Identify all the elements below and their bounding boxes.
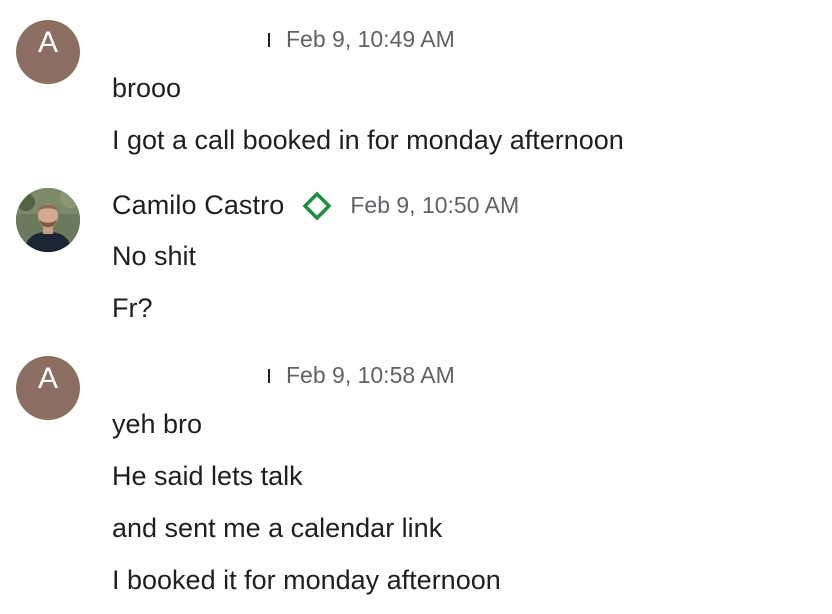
message-timestamp: Feb 9, 10:49 AM — [286, 26, 455, 52]
message-text[interactable]: yeh bro — [112, 407, 202, 441]
diamond-outline-icon — [302, 191, 332, 221]
sender-name[interactable] — [268, 368, 272, 383]
profile-photo — [16, 188, 80, 252]
message-text[interactable]: Fr? — [112, 291, 153, 325]
sender-name[interactable] — [268, 32, 272, 47]
message-text[interactable]: brooo — [112, 71, 181, 105]
sender-avatar[interactable]: A — [16, 20, 80, 84]
avatar-initial: A — [37, 362, 58, 395]
message-text[interactable]: I got a call booked in for monday aftern… — [112, 123, 624, 157]
avatar-initial: A — [37, 26, 58, 59]
message-text[interactable]: and sent me a calendar link — [112, 511, 442, 545]
message-header: Camilo Castro Feb 9, 10:50 AM — [112, 190, 519, 221]
message-text[interactable]: No shit — [112, 239, 196, 273]
chat-thread: A Feb 9, 10:49 AM brooo I got a call boo… — [0, 0, 832, 614]
message-text[interactable]: He said lets talk — [112, 459, 303, 493]
message-timestamp: Feb 9, 10:58 AM — [286, 362, 455, 388]
message-timestamp: Feb 9, 10:50 AM — [350, 192, 520, 218]
sender-avatar[interactable]: A — [16, 356, 80, 420]
sender-name[interactable]: Camilo Castro — [112, 190, 284, 221]
sender-avatar[interactable] — [16, 188, 80, 252]
message-header: Feb 9, 10:49 AM — [268, 26, 455, 53]
message-header: Feb 9, 10:58 AM — [268, 362, 455, 389]
message-text[interactable]: I booked it for monday afternoon — [112, 563, 501, 597]
